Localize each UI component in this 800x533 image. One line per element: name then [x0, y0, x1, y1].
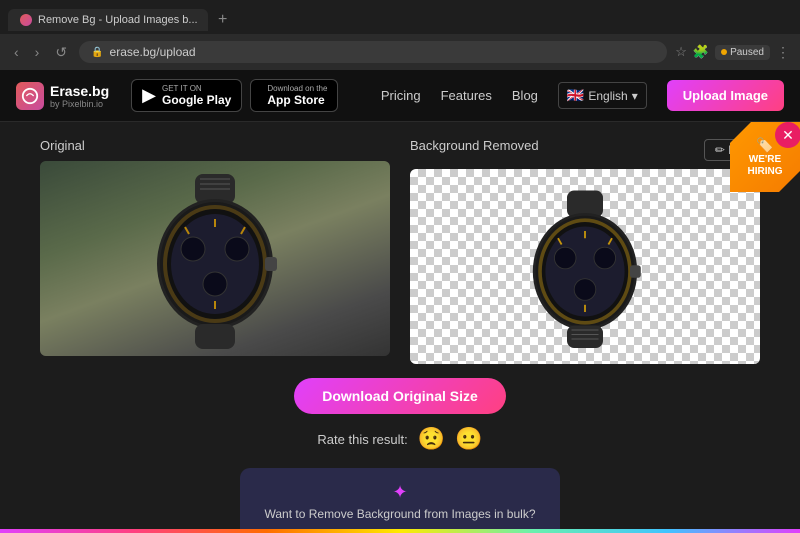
rating-section: Rate this result: 😟 😐 — [317, 426, 482, 452]
watch-original-svg — [115, 169, 315, 349]
browser-actions: ☆ 🧩 Paused ⋮ — [675, 44, 790, 61]
url-text: erase.bg/upload — [110, 45, 196, 59]
logo-main-text: Erase.bg — [50, 83, 109, 99]
hiring-text: WE'REHIRING — [748, 154, 783, 178]
bookmark-icon[interactable]: ☆ — [675, 44, 687, 60]
paused-dot — [721, 49, 727, 55]
watch-background — [40, 161, 390, 356]
browser-menu-icon[interactable]: ⋮ — [776, 44, 790, 61]
early-access-link[interactable]: Get Early Access — [339, 528, 462, 533]
main-content: Original — [0, 122, 800, 533]
active-tab[interactable]: Remove Bg - Upload Images b... × — [8, 9, 208, 31]
language-selector[interactable]: 🇬🇧 English ▾ — [558, 82, 647, 109]
watch-removed-svg — [495, 182, 675, 352]
url-field[interactable]: 🔒 erase.bg/upload — [79, 41, 667, 63]
browser-chrome: Remove Bg - Upload Images b... × + ‹ › ↺… — [0, 0, 800, 70]
logo-icon — [16, 82, 44, 110]
flag-icon: 🇬🇧 — [567, 87, 584, 104]
tab-bar: Remove Bg - Upload Images b... × + — [0, 0, 800, 34]
tab-title: Remove Bg - Upload Images b... — [38, 14, 198, 26]
google-play-text: GET IT ON Google Play — [162, 84, 231, 107]
paused-badge: Paused — [715, 45, 770, 60]
rate-label: Rate this result: — [317, 432, 407, 447]
app-store-text: Download on the App Store — [267, 84, 327, 107]
reload-button[interactable]: ↺ — [51, 42, 71, 63]
upload-image-button[interactable]: Upload Image — [667, 80, 784, 111]
extension-icon[interactable]: 🧩 — [693, 44, 709, 60]
nav-links: Pricing Features Blog 🇬🇧 English ▾ Uploa… — [381, 80, 784, 111]
back-button[interactable]: ‹ — [10, 42, 23, 62]
image-section: Original — [40, 138, 760, 364]
google-play-icon: ▶ — [142, 85, 156, 106]
app-store-badge[interactable]: Download on the App Store — [250, 79, 338, 112]
google-play-badge[interactable]: ▶ GET IT ON Google Play — [131, 79, 242, 112]
original-image — [40, 161, 390, 356]
removed-bg-panel: Background Removed ✏ Edit — [410, 138, 760, 364]
app-store-badges: ▶ GET IT ON Google Play Download on the … — [131, 79, 338, 112]
original-label: Original — [40, 138, 390, 153]
pricing-link[interactable]: Pricing — [381, 88, 421, 103]
promo-text: Want to Remove Background from Images in… — [264, 507, 536, 521]
original-panel: Original — [40, 138, 390, 356]
download-button[interactable]: Download Original Size — [294, 378, 506, 414]
promo-icon: ✦ — [264, 482, 536, 503]
hiring-emoji: 🏷️ — [756, 137, 773, 154]
page: Erase.bg by Pixelbin.io ▶ GET IT ON Goog… — [0, 70, 800, 533]
download-section: Download Original Size Rate this result:… — [40, 378, 760, 533]
lock-icon: 🔒 — [91, 47, 103, 58]
panel-header: Background Removed ✏ Edit — [410, 138, 760, 161]
logo-sub-text: by Pixelbin.io — [50, 99, 109, 109]
chevron-down-icon: ▾ — [632, 89, 638, 103]
logo[interactable]: Erase.bg by Pixelbin.io — [16, 82, 109, 110]
tab-favicon — [20, 14, 32, 26]
language-label: English — [588, 89, 627, 103]
removed-label: Background Removed — [410, 138, 539, 153]
paused-label: Paused — [730, 47, 764, 58]
address-bar: ‹ › ↺ 🔒 erase.bg/upload ☆ 🧩 Paused ⋮ — [0, 34, 800, 70]
bulk-promo: ✦ Want to Remove Background from Images … — [240, 468, 560, 533]
forward-button[interactable]: › — [31, 42, 44, 62]
bad-rating-button[interactable]: 😟 — [418, 426, 445, 452]
neutral-rating-button[interactable]: 😐 — [455, 426, 482, 452]
features-link[interactable]: Features — [441, 88, 492, 103]
close-button[interactable]: ✕ — [775, 122, 800, 148]
navbar: Erase.bg by Pixelbin.io ▶ GET IT ON Goog… — [0, 70, 800, 122]
checker-background — [410, 169, 760, 364]
new-tab-button[interactable]: + — [214, 11, 231, 29]
removed-image — [410, 169, 760, 364]
blog-link[interactable]: Blog — [512, 88, 538, 103]
logo-text: Erase.bg by Pixelbin.io — [50, 83, 109, 109]
